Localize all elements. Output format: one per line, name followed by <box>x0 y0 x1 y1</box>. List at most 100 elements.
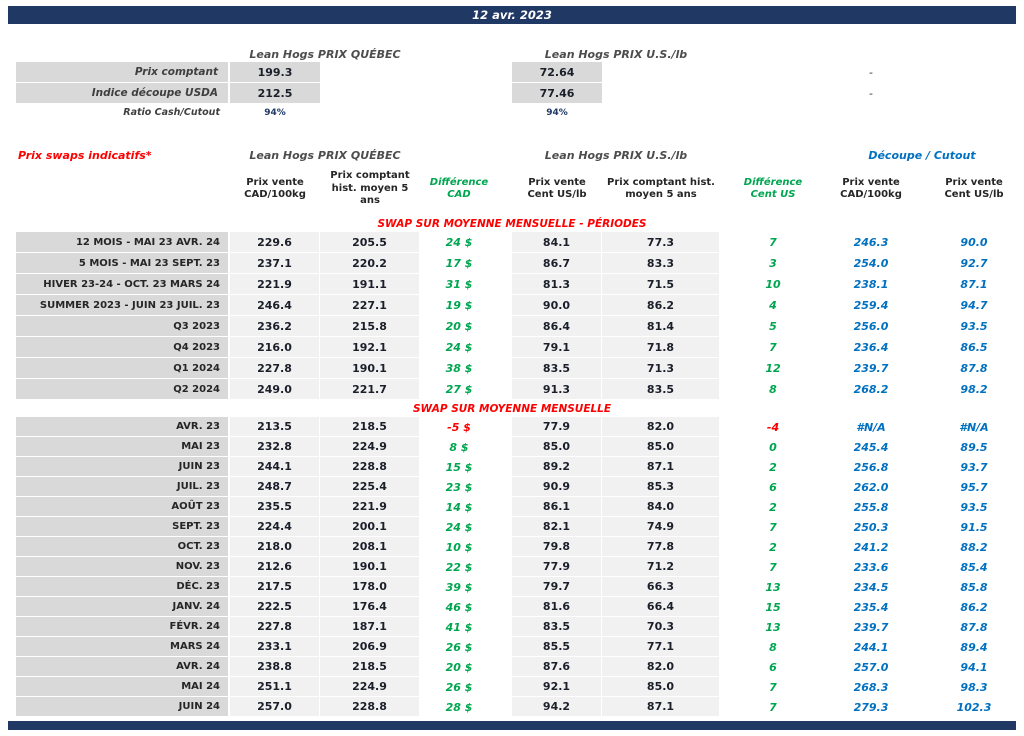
row-label: MARS 24 <box>16 637 230 657</box>
us-sell-cell: 89.2 <box>512 457 602 477</box>
qc-sell-cell: 216.0 <box>230 337 320 358</box>
row-label: Q4 2023 <box>16 337 230 358</box>
diff-cad-cell: 27 $ <box>445 383 473 396</box>
spot-us-value: 72.64 <box>512 62 602 83</box>
diff-us-cell: 7 <box>769 560 777 574</box>
cut-cad-cell: 239.7 <box>853 362 889 375</box>
row-label: JUIN 23 <box>16 457 230 477</box>
diff-us-cell: 2 <box>769 460 777 474</box>
us-sell-cell: 90.9 <box>512 477 602 497</box>
cut-cad-cell: 235.4 <box>853 600 889 614</box>
bottom-divider-bar <box>8 721 1016 730</box>
diff-cad-cell: 19 $ <box>445 299 473 312</box>
us-sell-cell: 86.1 <box>512 497 602 517</box>
us-hist-cell: 74.9 <box>602 517 720 537</box>
cut-cad-cell: 254.0 <box>853 257 889 270</box>
cut-us-cell: 93.7 <box>960 460 988 474</box>
qc-hist-cell: 221.9 <box>320 497 420 517</box>
row-label: MAI 24 <box>16 677 230 697</box>
row-label: HIVER 23-24 - OCT. 23 MARS 24 <box>16 274 230 295</box>
spot-row-ratio: Ratio Cash/Cutout 94% 94% <box>8 104 1016 121</box>
periods-table: 12 MOIS - MAI 23 AVR. 24 229.6 205.5 24 … <box>8 232 1016 400</box>
qc-sell-cell: 213.5 <box>230 417 320 437</box>
diff-us-cell: 7 <box>769 700 777 714</box>
diff-us-cell: 2 <box>769 500 777 514</box>
diff-cad-cell: 28 $ <box>445 700 473 714</box>
us-hist-cell: 71.5 <box>602 274 720 295</box>
table-row: JANV. 24 222.5 176.4 46 $ 81.6 66.4 15 2… <box>8 597 1016 617</box>
us-sell-cell: 81.3 <box>512 274 602 295</box>
cut-cad-cell: 246.3 <box>853 236 889 249</box>
report-date: 12 avr. 2023 <box>472 8 552 22</box>
us-hist-cell: 82.0 <box>602 657 720 677</box>
spot-row-label: Prix comptant <box>16 62 230 83</box>
qc-sell-cell: 232.8 <box>230 437 320 457</box>
swaps-quebec-title: Lean Hogs PRIX QUÉBEC <box>249 148 401 162</box>
diff-us-cell: 4 <box>769 299 777 312</box>
spot-qc-value: 212.5 <box>230 83 320 104</box>
diff-cad-cell: 31 $ <box>445 278 473 291</box>
us-sell-cell: 86.7 <box>512 253 602 274</box>
us-sell-cell: 91.3 <box>512 379 602 400</box>
diff-us-cell: 8 <box>769 640 777 654</box>
qc-sell-cell: 217.5 <box>230 577 320 597</box>
diff-cad-cell: -5 $ <box>447 420 471 434</box>
ratio-us-value: 94% <box>546 107 568 118</box>
us-sell-cell: 83.5 <box>512 358 602 379</box>
column-header-row: Prix vente CAD/100kg Prix comptant hist.… <box>8 163 1016 215</box>
col-cut-cad-header: Prix vente CAD/100kg <box>840 176 902 201</box>
diff-cad-cell: 46 $ <box>445 600 473 614</box>
us-sell-cell: 84.1 <box>512 232 602 253</box>
us-sell-cell: 79.8 <box>512 537 602 557</box>
cut-cad-cell: 279.3 <box>853 700 889 714</box>
cut-us-cell: #N/A <box>959 420 989 434</box>
diff-us-cell: 10 <box>765 278 781 291</box>
qc-sell-cell: 222.5 <box>230 597 320 617</box>
qc-hist-cell: 221.7 <box>320 379 420 400</box>
diff-cad-cell: 39 $ <box>445 580 473 594</box>
row-label: AVR. 24 <box>16 657 230 677</box>
report-sheet: 12 avr. 2023 Lean Hogs PRIX QUÉBEC Lean … <box>0 0 1024 730</box>
table-row: JUIL. 23 248.7 225.4 23 $ 90.9 85.3 6 26… <box>8 477 1016 497</box>
col-cut-us-header: Prix vente Cent US/lb <box>944 176 1004 201</box>
cut-us-cell: 87.1 <box>960 278 988 291</box>
us-hist-cell: 71.2 <box>602 557 720 577</box>
us-hist-cell: 87.1 <box>602 457 720 477</box>
us-sell-cell: 86.4 <box>512 316 602 337</box>
table-row: MAI 23 232.8 224.9 8 $ 85.0 85.0 0 245.4… <box>8 437 1016 457</box>
table-row: 5 MOIS - MAI 23 SEPT. 23 237.1 220.2 17 … <box>8 253 1016 274</box>
cut-us-cell: 98.2 <box>960 383 988 396</box>
diff-us-cell: 6 <box>769 660 777 674</box>
section-title-periods: SWAP SUR MOYENNE MENSUELLE - PÉRIODES <box>377 217 647 230</box>
qc-hist-cell: 218.5 <box>320 417 420 437</box>
table-row: MAI 24 251.1 224.9 26 $ 92.1 85.0 7 268.… <box>8 677 1016 697</box>
diff-cad-cell: 23 $ <box>445 480 473 494</box>
row-label: 12 MOIS - MAI 23 AVR. 24 <box>16 232 230 253</box>
cut-cad-cell: 238.1 <box>853 278 889 291</box>
cut-cad-cell: 236.4 <box>853 341 889 354</box>
qc-sell-cell: 224.4 <box>230 517 320 537</box>
cut-us-cell: 102.3 <box>956 700 992 714</box>
qc-hist-cell: 191.1 <box>320 274 420 295</box>
cut-cad-cell: 250.3 <box>853 520 889 534</box>
us-sell-cell: 90.0 <box>512 295 602 316</box>
cut-cad-cell: #N/A <box>856 420 886 434</box>
diff-cad-cell: 24 $ <box>445 341 473 354</box>
spot-qc-value: 199.3 <box>230 62 320 83</box>
us-sell-cell: 85.0 <box>512 437 602 457</box>
monthly-table: AVR. 23 213.5 218.5 -5 $ 77.9 82.0 -4 #N… <box>8 417 1016 717</box>
cut-cad-cell: 256.8 <box>853 460 889 474</box>
table-row: NOV. 23 212.6 190.1 22 $ 77.9 71.2 7 233… <box>8 557 1016 577</box>
us-hist-cell: 77.8 <box>602 537 720 557</box>
diff-us-cell: 3 <box>769 257 777 270</box>
cut-us-cell: 92.7 <box>960 257 988 270</box>
row-label: FÉVR. 24 <box>16 617 230 637</box>
diff-us-cell: 8 <box>769 383 777 396</box>
qc-hist-cell: 220.2 <box>320 253 420 274</box>
spot-titles-row: Lean Hogs PRIX QUÉBEC Lean Hogs PRIX U.S… <box>8 46 1016 62</box>
cut-us-cell: 93.5 <box>960 500 988 514</box>
diff-cad-cell: 26 $ <box>445 640 473 654</box>
us-hist-cell: 77.3 <box>602 232 720 253</box>
qc-sell-cell: 249.0 <box>230 379 320 400</box>
diff-cad-cell: 22 $ <box>445 560 473 574</box>
